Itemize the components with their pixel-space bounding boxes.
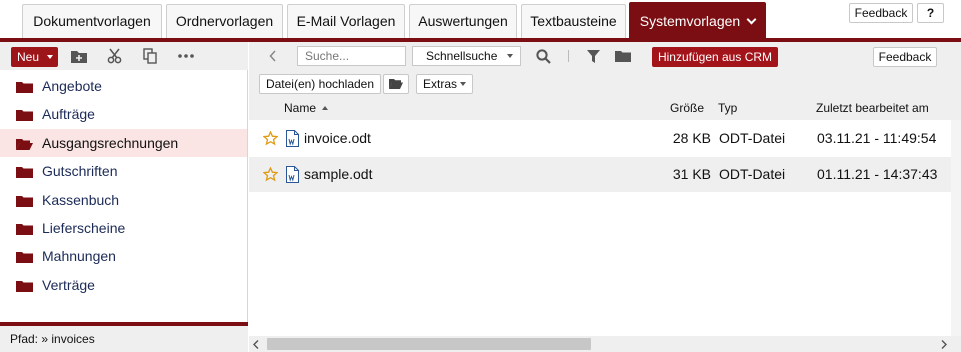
folder-item-kassenbuch[interactable]: Kassenbuch: [0, 186, 247, 214]
chevron-down-icon: [746, 14, 757, 25]
folder-item-lieferscheine[interactable]: Lieferscheine: [0, 214, 247, 242]
sort-asc-icon: [322, 106, 329, 110]
header-feedback-button[interactable]: Feedback: [849, 3, 913, 23]
new-button[interactable]: Neu: [11, 47, 58, 67]
scroll-right-icon[interactable]: [941, 340, 947, 349]
file-name[interactable]: sample.odt: [304, 157, 372, 192]
help-button[interactable]: ?: [917, 3, 944, 23]
file-modified: 03.11.21 - 11:49:54: [817, 130, 937, 146]
folder-icon[interactable]: [615, 50, 631, 62]
column-size[interactable]: Größe: [670, 96, 704, 120]
folder-item-angebote[interactable]: Angebote: [0, 72, 247, 100]
file-action-toolbar: Datei(en) hochladen Extras: [249, 70, 961, 96]
tab-label: E-Mail Vorlagen: [296, 13, 396, 29]
caret-down-icon: [47, 55, 53, 59]
quicksearch-select[interactable]: Schnellsuche: [412, 46, 521, 66]
file-modified: 01.11.21 - 14:37:43: [817, 166, 938, 182]
file-type: ODT-Datei: [719, 130, 786, 146]
folder-toolbar: Neu: [0, 42, 248, 70]
folder-label: Angebote: [42, 78, 102, 94]
folder-label: Verträge: [42, 276, 95, 293]
star-icon[interactable]: [263, 131, 278, 146]
folder-icon: [16, 167, 33, 179]
file-name[interactable]: invoice.odt: [304, 121, 371, 156]
caret-down-icon: [507, 54, 513, 58]
open-folder-button[interactable]: [383, 74, 409, 94]
tab-label: Textbausteine: [530, 13, 617, 29]
caret-down-icon: [460, 82, 466, 86]
folder-label: Gutschriften: [42, 163, 118, 180]
folder-icon: [16, 195, 33, 207]
toolbar-separator: [568, 50, 569, 62]
tab-email-vorlagen[interactable]: E-Mail Vorlagen: [287, 4, 405, 38]
document-icon: [286, 166, 299, 183]
feedback-button[interactable]: Feedback: [873, 47, 937, 67]
folder-label: Mahnungen: [42, 248, 116, 265]
file-type: ODT-Datei: [719, 166, 786, 182]
add-from-crm-button[interactable]: Hinzufügen aus CRM: [652, 47, 778, 67]
column-type[interactable]: Typ: [718, 96, 737, 120]
table-row[interactable]: invoice.odt 28 KB ODT-Datei 03.11.21 - 1…: [249, 121, 951, 156]
file-table-header: Name Größe Typ Zuletzt bearbeitet am: [249, 96, 961, 120]
path-breadcrumb: Pfad: » invoices: [0, 326, 248, 352]
column-modified[interactable]: Zuletzt bearbeitet am: [816, 96, 929, 120]
star-icon[interactable]: [263, 167, 278, 182]
more-icon[interactable]: [177, 48, 195, 64]
folder-item-gutschriften[interactable]: Gutschriften: [0, 157, 247, 185]
tab-textbausteine[interactable]: Textbausteine: [521, 4, 626, 38]
extras-label: Extras: [423, 77, 458, 91]
back-arrow-icon[interactable]: [269, 50, 277, 62]
folder-item-ausgangsrechnungen[interactable]: Ausgangsrechnungen: [0, 128, 247, 158]
folder-icon: [16, 252, 33, 264]
document-icon: [286, 130, 299, 147]
folder-icon: [16, 223, 33, 235]
folder-open-icon: [16, 138, 33, 150]
filter-icon[interactable]: [587, 50, 600, 63]
horizontal-scrollbar[interactable]: [249, 336, 961, 352]
folder-icon: [16, 82, 33, 93]
folder-list: Angebote Aufträge Ausgangsrechnungen Gut…: [0, 72, 247, 299]
file-panel: Suche... Schnellsuche Hinzufügen aus CRM…: [249, 42, 961, 352]
add-folder-icon[interactable]: [70, 48, 88, 64]
folder-item-mahnungen[interactable]: Mahnungen: [0, 242, 247, 270]
folder-label: Ausgangsrechnungen: [42, 134, 179, 151]
column-name[interactable]: Name: [284, 96, 329, 120]
folder-item-vertraege[interactable]: Verträge: [0, 271, 247, 299]
folder-label: Lieferscheine: [42, 219, 126, 236]
search-placeholder: Suche...: [305, 49, 350, 63]
column-name-label: Name: [284, 101, 317, 115]
search-icon[interactable]: [536, 49, 551, 64]
tab-dokumentvorlagen[interactable]: Dokumentvorlagen: [22, 4, 162, 38]
table-row[interactable]: sample.odt 31 KB ODT-Datei 01.11.21 - 14…: [249, 157, 951, 192]
scroll-left-icon[interactable]: [253, 340, 259, 349]
folder-panel: Neu Angebote Aufträge Ausgangsrechnungen…: [0, 42, 248, 352]
file-size: 31 KB: [672, 166, 711, 182]
tab-label: Systemvorlagen: [639, 13, 741, 29]
file-size: 28 KB: [672, 130, 711, 146]
folder-item-auftraege[interactable]: Aufträge: [0, 100, 247, 128]
tab-label: Auswertungen: [418, 13, 508, 29]
tab-label: Ordnervorlagen: [175, 13, 274, 29]
folder-open-icon: [389, 79, 403, 89]
tab-bar: Dokumentvorlagen Ordnervorlagen E-Mail V…: [0, 0, 961, 39]
copy-icon[interactable]: [141, 48, 159, 64]
folder-icon: [16, 280, 33, 292]
new-button-label: Neu: [17, 50, 40, 64]
tab-systemvorlagen[interactable]: Systemvorlagen: [629, 2, 766, 39]
scissors-icon[interactable]: [106, 48, 124, 64]
vertical-scrollbar[interactable]: [951, 120, 961, 336]
file-toolbar: Suche... Schnellsuche Hinzufügen aus CRM…: [249, 42, 961, 70]
search-input[interactable]: Suche...: [297, 46, 406, 66]
folder-icon: [16, 110, 33, 122]
tab-label: Dokumentvorlagen: [33, 13, 151, 29]
folder-label: Aufträge: [42, 106, 95, 123]
upload-files-button[interactable]: Datei(en) hochladen: [259, 74, 381, 94]
extras-dropdown[interactable]: Extras: [416, 74, 473, 94]
tab-auswertungen[interactable]: Auswertungen: [409, 4, 517, 38]
quicksearch-value: Schnellsuche: [426, 49, 498, 63]
tab-ordnervorlagen[interactable]: Ordnervorlagen: [166, 4, 283, 38]
folder-label: Kassenbuch: [42, 191, 120, 208]
scrollbar-thumb[interactable]: [267, 338, 591, 350]
